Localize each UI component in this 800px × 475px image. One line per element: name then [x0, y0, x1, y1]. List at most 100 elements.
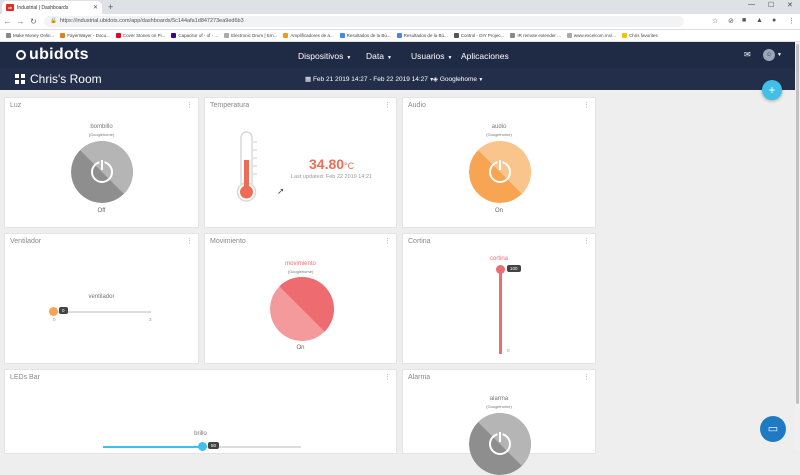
bookmark-label: Resultados de la Bú...	[403, 33, 448, 38]
slider-value: 50	[208, 442, 220, 449]
star-icon[interactable]: ☆	[712, 17, 718, 25]
address-bar: ← → ↻ 🔒 https://industrial.ubidots.com/ap…	[0, 14, 800, 30]
browser-tab-bar: ub Industrial | Dashboards ✕ + — ☐ ✕	[0, 0, 800, 14]
url-input[interactable]: 🔒 https://industrial.ubidots.com/app/dash…	[44, 16, 684, 27]
widget-menu-icon[interactable]: ⋮	[583, 373, 590, 381]
widget-title: Ventilador	[10, 238, 42, 245]
bookmark-label: Electronic Drum | Em...	[231, 33, 278, 38]
bookmark-item[interactable]: Chris favorites	[621, 33, 658, 38]
switch-button-alarma[interactable]	[469, 413, 531, 475]
caret-down-icon: ▼	[346, 55, 352, 61]
widget-luz: Luz ⋮ bombillo (Googlehome) Off	[4, 97, 199, 228]
slider-fill	[103, 446, 202, 448]
bookmark-label: Make Money Onlin...	[13, 33, 55, 38]
menu-icon[interactable]: ⋮	[788, 17, 795, 25]
widget-menu-icon[interactable]: ⋮	[384, 237, 391, 245]
nav-usuarios[interactable]: Usuarios ▼	[411, 51, 453, 61]
bookmark-icon	[224, 33, 230, 38]
url-text: https://industrial.ubidots.com/app/dashb…	[59, 18, 244, 24]
cursor-icon: ➚	[277, 186, 285, 196]
chat-button[interactable]: ▭	[760, 416, 786, 442]
bookmark-label: Cover Stones on Pi...	[122, 33, 166, 38]
date-range-picker[interactable]: ▦ Feb 21 2019 14:27 - Feb 22 2019 14:27 …	[305, 75, 434, 83]
last-updated: Last updated: Feb 22 2019 14:21	[291, 174, 373, 180]
widget-menu-icon[interactable]: ⋮	[384, 101, 391, 109]
bookmark-item[interactable]: Control - DIY Projec...	[453, 33, 505, 38]
bookmark-item[interactable]: Cover Stones on Pi...	[115, 33, 166, 38]
window-close-icon[interactable]: ✕	[787, 1, 793, 9]
caret-down-icon[interactable]: ▼	[777, 52, 782, 58]
bookmark-item[interactable]: FayerWayer - Docu...	[60, 33, 110, 38]
bookmark-label: www.excelcom.mx/...	[573, 33, 616, 38]
minimize-icon[interactable]: —	[748, 1, 755, 8]
add-widget-button[interactable]: +	[762, 80, 782, 100]
bookmark-item[interactable]: Resultados de la Bú...	[396, 33, 448, 38]
bookmark-item[interactable]: Resultados de la Bú...	[339, 33, 391, 38]
lock-icon: 🔒	[50, 18, 57, 24]
extension-icon[interactable]: ▲	[756, 17, 763, 24]
bookmark-item[interactable]: IR remote extender ...	[510, 33, 561, 38]
bookmark-item[interactable]: www.excelcom.mx/...	[566, 33, 616, 38]
bookmark-label: Amplificadores de a...	[290, 33, 334, 38]
nav-data[interactable]: Data ▼	[366, 51, 392, 61]
caret-down-icon: ▼	[386, 55, 392, 61]
dashboard-title[interactable]: Chris's Room	[30, 72, 102, 86]
switch-button-luz[interactable]	[71, 141, 133, 203]
widget-menu-icon[interactable]: ⋮	[186, 237, 193, 245]
tab-title: Industrial | Dashboards	[17, 4, 69, 11]
scrollbar-thumb[interactable]	[796, 44, 799, 404]
bookmark-label: Chris favorites	[628, 33, 658, 38]
extension-icon[interactable]: ⊘	[728, 17, 734, 25]
widget-leds-bar: LEDs Bar ⋮ brillo 50	[4, 369, 397, 454]
bookmark-item[interactable]: Electronic Drum | Em...	[224, 33, 277, 38]
bookmark-label: IR remote extender ...	[517, 33, 561, 38]
variable-name: audio	[491, 124, 507, 130]
back-icon[interactable]: ←	[2, 17, 13, 26]
bookmark-icon	[339, 33, 345, 38]
slider-min: 0	[53, 317, 56, 322]
device-selector[interactable]: ◈ Googlehome ▼	[433, 75, 483, 83]
caret-down-icon: ▼	[447, 55, 453, 61]
ubidots-logo[interactable]: ubidots	[16, 46, 89, 64]
vertical-slider-handle[interactable]	[496, 264, 505, 274]
widget-audio: Audio ⋮ audio (Googlehome) On	[402, 97, 596, 228]
reload-icon[interactable]: ↻	[28, 17, 39, 26]
widget-menu-icon[interactable]: ⋮	[384, 373, 391, 381]
device-icon: ◈	[433, 76, 440, 83]
widget-menu-icon[interactable]: ⋮	[583, 237, 590, 245]
nav-aplicaciones[interactable]: Aplicaciones	[461, 51, 509, 61]
temperature-unit: °C	[344, 161, 355, 171]
widget-menu-icon[interactable]: ⋮	[583, 101, 590, 109]
maximize-icon[interactable]: ☐	[768, 1, 774, 9]
bookmark-icon	[621, 33, 627, 38]
extension-icon[interactable]: ■	[742, 17, 746, 24]
avatar[interactable]: ☺	[763, 49, 775, 61]
profile-icon[interactable]: ●	[772, 17, 776, 24]
slider-handle[interactable]	[48, 307, 58, 316]
slider-value: 100	[507, 265, 521, 272]
bookmark-label: Control - DIY Projec...	[460, 33, 505, 38]
nav-label: Aplicaciones	[461, 51, 509, 61]
logo-text: ubidots	[29, 46, 89, 63]
inbox-icon[interactable]: ✉	[744, 50, 751, 59]
indicator-movimiento	[270, 277, 334, 341]
new-tab-button[interactable]: +	[108, 2, 113, 12]
bookmark-item[interactable]: Amplificadores de a...	[283, 33, 334, 38]
slider-track[interactable]	[53, 311, 151, 313]
nav-label: Usuarios	[411, 51, 445, 61]
bookmark-item[interactable]: Make Money Onlin...	[6, 33, 54, 38]
browser-tab[interactable]: ub Industrial | Dashboards ✕	[2, 1, 102, 14]
variable-name: bombillo	[90, 124, 113, 130]
bookmark-item[interactable]: Capacitor of - of - ...	[171, 33, 218, 38]
forward-icon[interactable]: →	[15, 17, 26, 26]
close-icon[interactable]: ✕	[93, 4, 98, 11]
nav-dispositivos[interactable]: Dispositivos ▼	[298, 51, 351, 61]
switch-state: On	[494, 208, 503, 214]
calendar-icon: ▦	[305, 76, 313, 83]
device-name: (Googlehome)	[287, 269, 314, 274]
switch-graphic	[469, 413, 531, 475]
bookmark-label: FayerWayer - Docu...	[67, 33, 110, 38]
switch-button-audio[interactable]	[469, 141, 531, 203]
dashboards-menu-icon[interactable]	[15, 74, 25, 84]
widget-menu-icon[interactable]: ⋮	[186, 101, 193, 109]
